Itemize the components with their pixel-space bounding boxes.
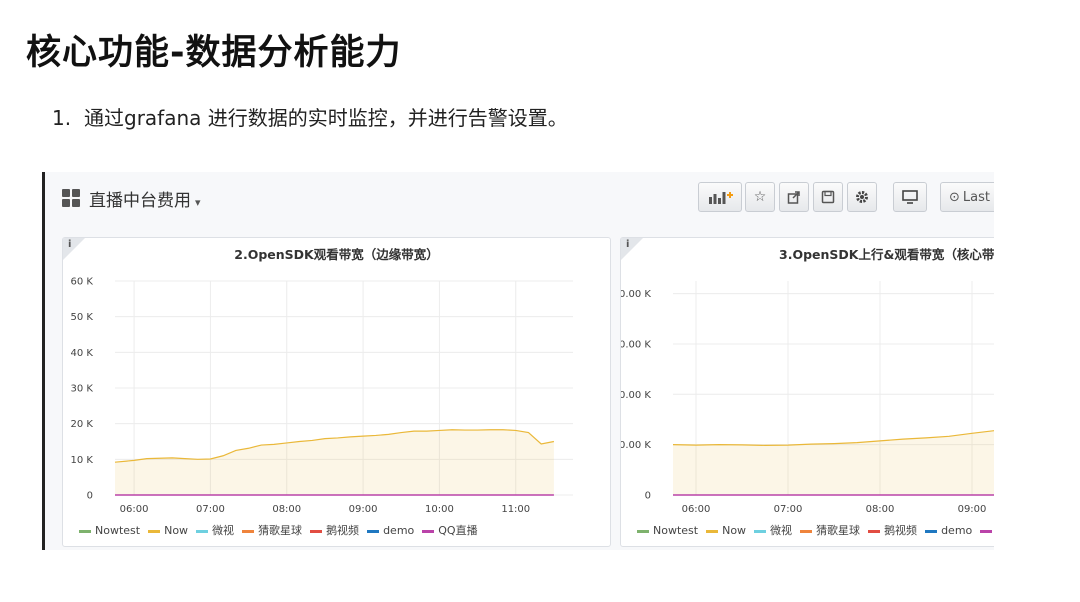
series-area-Now <box>115 429 554 495</box>
legend-label: 猜歌星球 <box>816 524 861 537</box>
y-tick-label: 50 K <box>71 312 94 323</box>
y-tick-label: 80.00 K <box>621 289 651 300</box>
legend-label: 微视 <box>212 524 235 537</box>
legend-item[interactable]: Now <box>706 524 746 537</box>
legend-label: 鹅视频 <box>326 524 360 537</box>
x-tick-label: 07:00 <box>774 504 803 515</box>
y-tick-label: 20.00 K <box>621 440 651 451</box>
legend-swatch <box>637 529 649 533</box>
legend-item[interactable]: 猜歌星球 <box>800 522 860 538</box>
legend-label: demo <box>941 524 973 537</box>
legend-item[interactable]: 微视 <box>754 522 792 538</box>
grafana-screenshot: 直播中台费用 ▾ ☆ ⊙ Last i 2.OpenSDK观看带宽（边缘带宽） … <box>42 172 994 550</box>
y-tick-label: 0 <box>645 491 651 502</box>
add-panel-button[interactable] <box>698 182 742 212</box>
legend-item[interactable]: 鹅视频 <box>868 522 917 538</box>
x-tick-label: 06:00 <box>682 504 711 515</box>
legend-label: Now <box>164 524 189 537</box>
y-tick-label: 0 <box>87 491 93 502</box>
chart-legend: Nowtest Now 微视 猜歌星球 鹅视频 demo QQ直播 <box>79 522 486 538</box>
y-tick-label: 40 K <box>71 348 94 359</box>
legend-swatch <box>706 529 719 533</box>
dashboard-grid-icon[interactable] <box>62 189 80 207</box>
legend-label: QQ直播 <box>438 524 478 537</box>
legend-swatch <box>79 529 91 533</box>
share-button[interactable] <box>779 182 809 212</box>
chart-legend: Nowtest Now 微视 猜歌星球 鹅视频 demo QQ直播 <box>637 522 994 538</box>
legend-label: Now <box>722 524 747 537</box>
legend-item[interactable]: Nowtest <box>79 524 140 537</box>
slide-title: 核心功能-数据分析能力 <box>26 33 402 73</box>
x-tick-label: 10:00 <box>425 504 454 515</box>
settings-icon <box>856 191 868 203</box>
legend-item[interactable]: demo <box>925 524 972 537</box>
chevron-down-icon: ▾ <box>195 196 201 209</box>
legend-swatch <box>868 529 881 533</box>
legend-swatch <box>242 529 255 533</box>
x-tick-label: 09:00 <box>349 504 378 515</box>
legend-swatch <box>800 529 813 533</box>
legend-swatch <box>980 529 993 533</box>
panel-chart: 80.00 K 60.00 K 40.00 K 20.00 K 0 06:00 07:00 0… <box>621 281 994 515</box>
legend-swatch <box>925 529 938 533</box>
y-tick-label: 60 K <box>71 277 94 288</box>
x-tick-label: 09:00 <box>958 504 987 515</box>
time-range-label: Last 6 <box>962 189 994 205</box>
legend-label: Nowtest <box>653 524 699 537</box>
dashboard-title: 直播中台费用 <box>89 191 191 211</box>
graph-panel-core-bandwidth[interactable]: i 3.OpenSDK上行&观看带宽（核心带宽） 80.00 K60.00 K4… <box>620 237 994 547</box>
legend-item[interactable]: Now <box>148 524 188 537</box>
x-tick-label: 07:00 <box>196 504 225 515</box>
y-tick-label: 40.00 K <box>621 390 651 401</box>
legend-label: 猜歌星球 <box>258 524 303 537</box>
legend-label: demo <box>383 524 415 537</box>
star-icon: ☆ <box>753 189 767 205</box>
add-panel-icon <box>709 192 733 204</box>
settings-button[interactable] <box>847 182 877 212</box>
legend-item[interactable]: QQ直播 <box>980 522 994 538</box>
dashboard-topbar: 直播中台费用 ▾ ☆ ⊙ Last <box>45 172 994 224</box>
legend-item[interactable]: 鹅视频 <box>310 522 359 538</box>
clock-icon: ⊙ <box>949 189 960 205</box>
legend-swatch <box>148 529 161 533</box>
tv-mode-icon <box>902 190 918 204</box>
time-range-picker[interactable]: ⊙Last 6 <box>940 182 994 212</box>
legend-label: Nowtest <box>95 524 141 537</box>
graph-panel-edge-bandwidth[interactable]: i 2.OpenSDK观看带宽（边缘带宽） 60 K 50 K 40 K 30 K 20… <box>62 237 611 547</box>
bullet-number: 1. <box>52 106 72 130</box>
save-button[interactable] <box>813 182 843 212</box>
legend-item[interactable]: QQ直播 <box>422 522 478 538</box>
legend-item[interactable]: Nowtest <box>637 524 698 537</box>
tv-mode-button[interactable] <box>893 182 927 212</box>
legend-swatch <box>754 529 767 533</box>
x-tick-label: 06:00 <box>120 504 149 515</box>
bullet-item: 1. 通过grafana 进行数据的实时监控，并进行告警设置。 <box>52 102 568 131</box>
legend-swatch <box>422 529 435 533</box>
x-tick-label: 08:00 <box>272 504 301 515</box>
share-icon <box>787 191 800 204</box>
legend-swatch <box>367 529 380 533</box>
legend-swatch <box>196 529 209 533</box>
x-tick-label: 11:00 <box>501 504 530 515</box>
legend-swatch <box>310 529 323 533</box>
star-button[interactable]: ☆ <box>745 182 775 212</box>
y-tick-label: 30 K <box>71 384 94 395</box>
dashboard-title-dropdown[interactable]: 直播中台费用 ▾ <box>89 186 201 211</box>
legend-item[interactable]: demo <box>367 524 414 537</box>
legend-label: 鹅视频 <box>884 524 918 537</box>
legend-item[interactable]: 微视 <box>196 522 234 538</box>
y-tick-label: 60.00 K <box>621 339 651 350</box>
panel-chart: 60 K 50 K 40 K 30 K 20 K 10 K 0 06:00 07:00 08:00… <box>71 277 573 515</box>
y-tick-label: 10 K <box>71 455 94 466</box>
save-icon <box>821 190 835 204</box>
bullet-text: 通过grafana 进行数据的实时监控，并进行告警设置。 <box>84 106 568 130</box>
x-tick-label: 08:00 <box>866 504 895 515</box>
legend-item[interactable]: 猜歌星球 <box>242 522 302 538</box>
y-tick-label: 20 K <box>71 419 94 430</box>
legend-label: 微视 <box>770 524 793 537</box>
